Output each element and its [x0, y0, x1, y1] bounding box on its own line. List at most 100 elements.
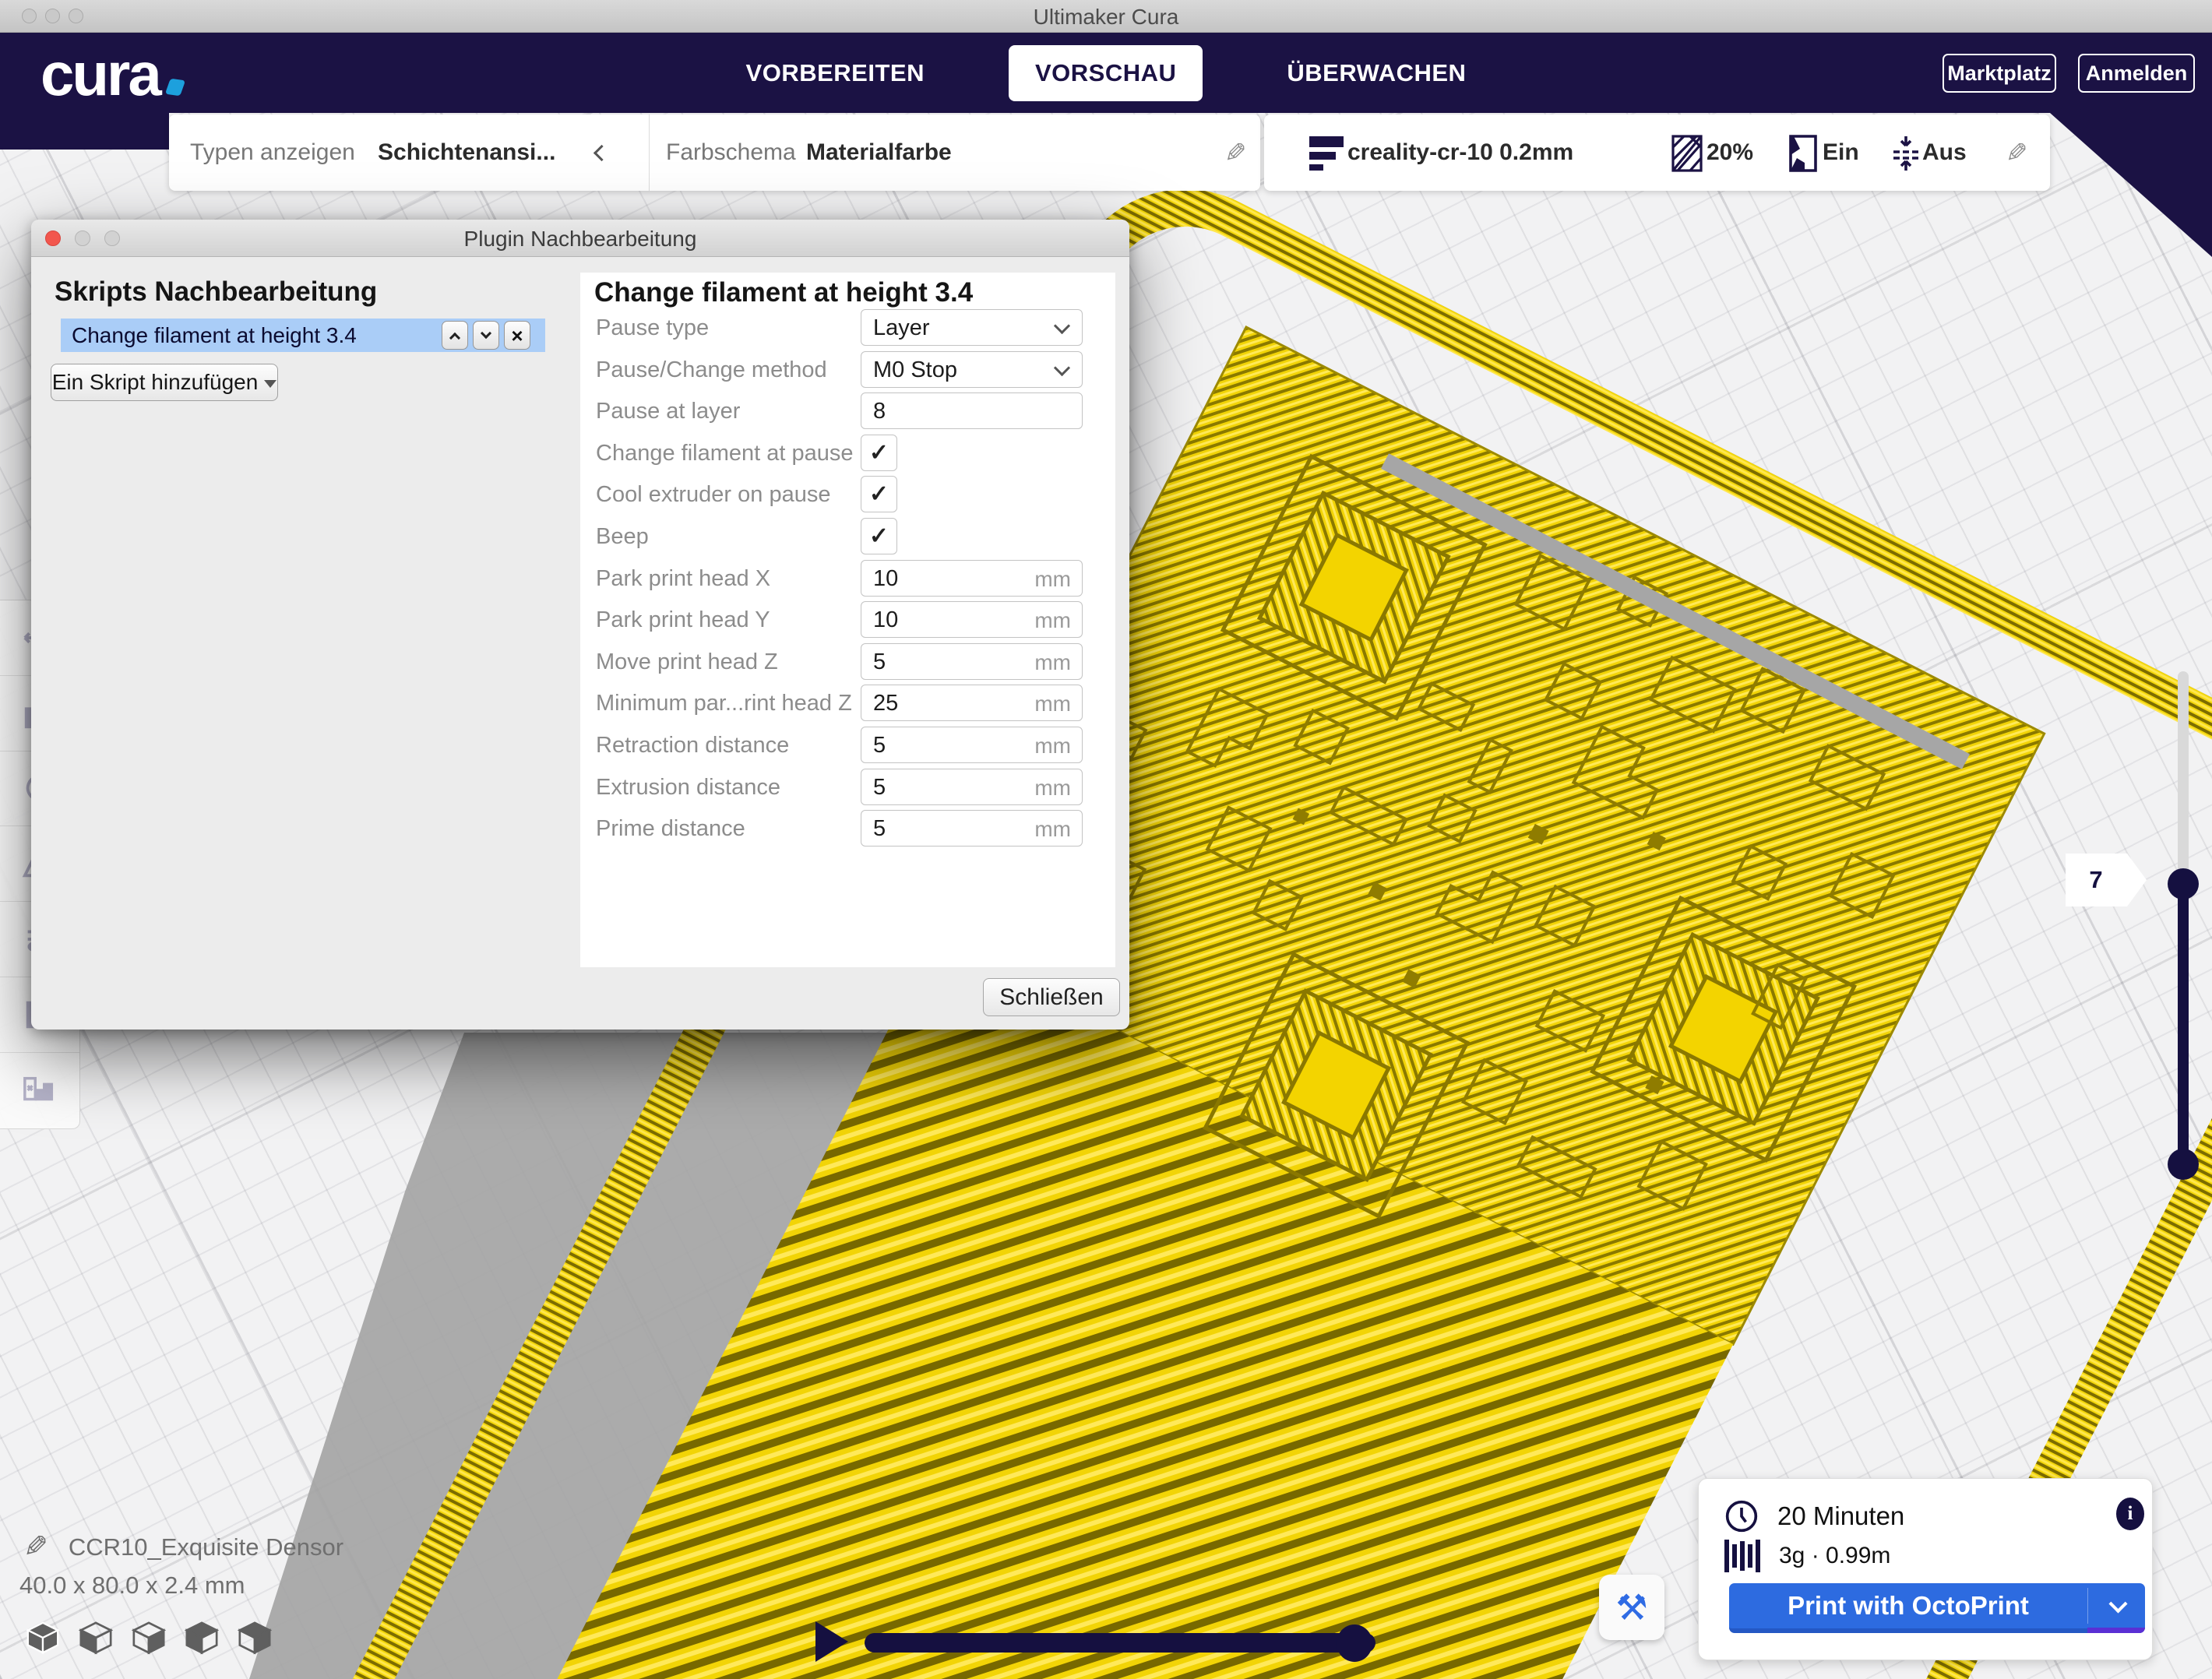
post-processing-stairs-icon: [19, 1072, 60, 1108]
cool-extruder-checkbox[interactable]: ✓: [861, 476, 897, 512]
pause-at-layer-input[interactable]: 8: [861, 392, 1083, 429]
setting-row-change-filament: Change filament at pause ✓: [580, 435, 1115, 471]
setting-row-pause-type: Pause type Layer: [580, 309, 1115, 346]
window-titlebar: Ultimaker Cura: [0, 0, 2212, 33]
print-settings-toolbar[interactable]: creality-cr-10 0.2mm 20% Ein Aus ✎: [1264, 114, 2050, 191]
extrusion-distance-input[interactable]: 5 mm: [861, 769, 1083, 805]
infill-icon: [1671, 135, 1703, 172]
layer-slider-track[interactable]: [2178, 671, 2189, 889]
model-name-row: ✎ CCR10_Exquisite Densor: [23, 1529, 343, 1565]
dialog-title: Plugin Nachbearbeitung: [31, 227, 1129, 252]
camera-view-buttons: [23, 1618, 274, 1657]
header-left-wedge: [0, 113, 169, 150]
close-icon: ×: [511, 326, 523, 346]
collapse-chevron-icon[interactable]: [594, 145, 610, 161]
cura-window: 7 Ultimaker Cura cura VORBEREITEN VORSCH…: [0, 0, 2212, 1679]
button-notch: [2087, 1628, 2145, 1633]
move-z-input[interactable]: 5 mm: [861, 643, 1083, 680]
post-processing-dialog: Plugin Nachbearbeitung Skripts Nachbearb…: [31, 220, 1129, 1030]
layer-indicator-value: 7: [2089, 866, 2102, 894]
chevron-up-icon: [449, 332, 460, 343]
dialog-titlebar[interactable]: Plugin Nachbearbeitung: [31, 220, 1129, 257]
layer-slider-lower-handle[interactable]: [2168, 1149, 2199, 1180]
remove-script-button[interactable]: ×: [504, 321, 530, 350]
move-script-down-button[interactable]: [473, 321, 499, 350]
marketplace-button[interactable]: Marktplatz: [1943, 54, 2056, 93]
print-time-value: 20 Minuten: [1777, 1501, 1904, 1531]
tab-prepare[interactable]: VORBEREITEN: [720, 45, 951, 101]
beep-checkbox[interactable]: ✓: [861, 518, 897, 554]
view-options-toolbar: Typen anzeigen Schichtenansi... Farbsche…: [169, 114, 1260, 191]
add-script-button[interactable]: Ein Skript hinzufügen: [51, 364, 278, 401]
min-park-z-input[interactable]: 25 mm: [861, 685, 1083, 721]
setting-row-move-z: Move print head Z 5 mm: [580, 643, 1115, 680]
prime-distance-input[interactable]: 5 mm: [861, 810, 1083, 847]
edit-print-settings-pencil-icon[interactable]: ✎: [2006, 138, 2028, 169]
tools-button[interactable]: ⚒: [1599, 1575, 1664, 1640]
setting-row-prime: Prime distance 5 mm: [580, 810, 1115, 847]
stage-tabs: VORBEREITEN VORSCHAU ÜBERWACHEN: [0, 33, 2212, 113]
rename-model-pencil-icon[interactable]: ✎: [23, 1529, 48, 1565]
timeline-slider-track[interactable]: [865, 1633, 1375, 1653]
view-right-button[interactable]: [235, 1618, 274, 1657]
cube-front-icon: [78, 1620, 114, 1656]
color-scheme-label: Farbschema: [666, 139, 796, 166]
play-button[interactable]: [815, 1621, 848, 1662]
move-script-up-button[interactable]: [442, 321, 468, 350]
setting-row-pause-method: Pause/Change method M0 Stop: [580, 351, 1115, 388]
infill-percent-value: 20%: [1707, 139, 1753, 166]
change-filament-checkbox[interactable]: ✓: [861, 435, 897, 471]
print-with-octoprint-button[interactable]: Print with OctoPrint: [1729, 1583, 2145, 1633]
pause-method-select[interactable]: M0 Stop: [861, 351, 1083, 388]
chevron-down-icon[interactable]: [2108, 1594, 2127, 1613]
window-title: Ultimaker Cura: [0, 5, 2212, 30]
chevron-down-icon: [1054, 359, 1070, 375]
cube-right-icon: [237, 1620, 273, 1656]
hammer-wrench-icon: ⚒: [1615, 1586, 1647, 1628]
scripts-heading: Skripts Nachbearbeitung: [55, 276, 377, 308]
setting-row-retraction: Retraction distance 5 mm: [580, 727, 1115, 763]
material-value: 3g · 0.99m: [1779, 1543, 1890, 1569]
retraction-distance-input[interactable]: 5 mm: [861, 727, 1083, 763]
timeline-slider-handle[interactable]: [1337, 1624, 1372, 1662]
post-processing-button[interactable]: [0, 1053, 79, 1128]
support-state-value: Ein: [1823, 139, 1859, 166]
view-left-button[interactable]: [182, 1618, 221, 1657]
color-scheme-dropdown[interactable]: Materialfarbe: [806, 139, 952, 166]
view-3d-button[interactable]: [23, 1618, 62, 1657]
view-front-button[interactable]: [76, 1618, 115, 1657]
setting-row-beep: Beep ✓: [580, 518, 1115, 554]
setting-row-cool-extruder: Cool extruder on pause ✓: [580, 476, 1115, 512]
dialog-close-footer-button[interactable]: Schließen: [983, 978, 1120, 1016]
button-divider: [2087, 1588, 2088, 1624]
edit-view-pencil-icon[interactable]: ✎: [1224, 138, 1247, 169]
view-type-dropdown[interactable]: Schichtenansi...: [378, 139, 555, 166]
layer-slider-range: [2178, 884, 2189, 1164]
adhesion-state-value: Aus: [1922, 139, 1967, 166]
print-info-card: 20 Minuten i 3g · 0.99m Print with OctoP…: [1698, 1478, 2153, 1660]
layer-height-icon: [1309, 136, 1345, 171]
info-icon[interactable]: i: [2116, 1498, 2144, 1530]
script-name: Change filament at height 3.4: [72, 323, 357, 348]
print-time-row: 20 Minuten: [1724, 1499, 1904, 1533]
pause-type-select[interactable]: Layer: [861, 309, 1083, 346]
cube-left-icon: [184, 1620, 220, 1656]
checkmark-icon: ✓: [869, 480, 889, 508]
view-top-button[interactable]: [129, 1618, 168, 1657]
filament-icon: [1724, 1540, 1760, 1572]
setting-row-pause-at-layer: Pause at layer 8: [580, 392, 1115, 429]
support-icon: [1788, 135, 1819, 172]
tab-preview[interactable]: VORSCHAU: [1009, 45, 1203, 101]
checkmark-icon: ✓: [869, 523, 889, 550]
tab-monitor[interactable]: ÜBERWACHEN: [1260, 45, 1492, 101]
setting-row-park-y: Park print head Y 10 mm: [580, 601, 1115, 638]
print-button-label: Print with OctoPrint: [1729, 1583, 2087, 1628]
sign-in-button[interactable]: Anmelden: [2078, 54, 2195, 93]
cube-top-icon: [131, 1620, 167, 1656]
park-x-input[interactable]: 10 mm: [861, 560, 1083, 597]
script-settings-heading: Change filament at height 3.4: [594, 277, 973, 308]
material-row: 3g · 0.99m: [1724, 1540, 1890, 1572]
park-y-input[interactable]: 10 mm: [861, 601, 1083, 638]
layer-slider-upper-handle[interactable]: [2168, 868, 2199, 899]
view-type-label: Typen anzeigen: [190, 139, 355, 166]
